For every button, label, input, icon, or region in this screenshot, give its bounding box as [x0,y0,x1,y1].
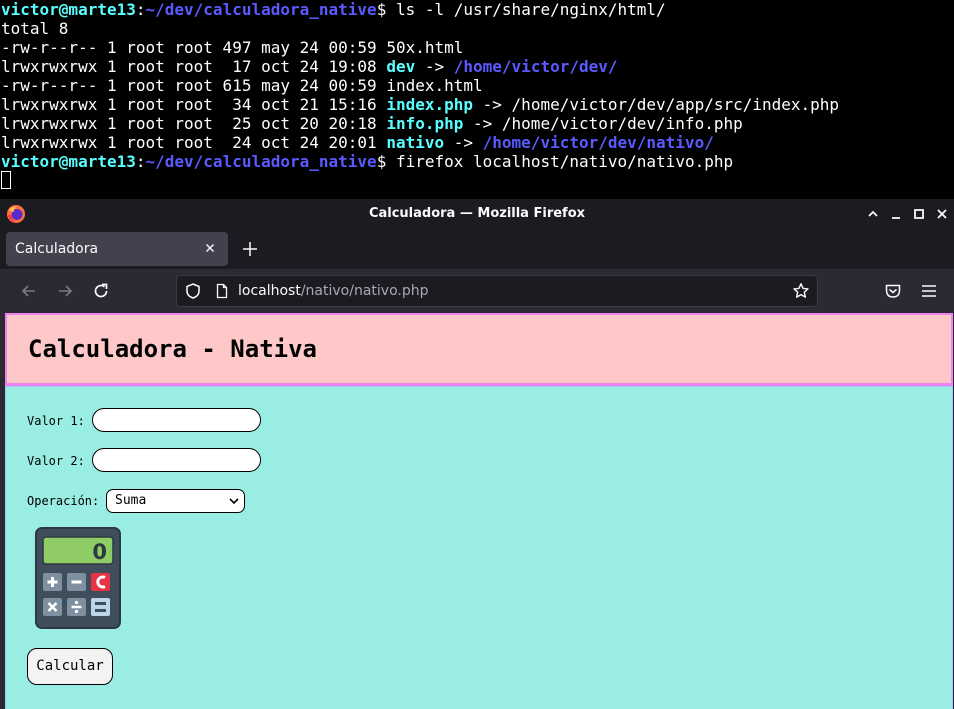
terminal-line-command2: victor@marte13:~/dev/calculadora_native$… [0,152,954,171]
ls-entry-arrow: -> [463,114,502,133]
terminal-line-total: total 8 [1,19,69,38]
prompt-path: ~/dev/calculadora_native [145,0,377,19]
command-firefox: firefox localhost/nativo/nativo.php [386,152,734,171]
calculator-form: Valor 1: Valor 2: Operación: Suma 0 Calc… [5,386,953,709]
ls-entry: lrwxrwxrwx 1 root root 24 oct 24 20:01 n… [0,133,954,152]
url-text: localhost/nativo/nativo.php [238,283,429,299]
ls-entry-target: /home/victor/dev/app/src/index.php [511,95,840,114]
terminal-line-command1: victor@marte13:~/dev/calculadora_native$… [0,0,954,19]
ls-entry: lrwxrwxrwx 1 root root 17 oct 24 19:08 d… [0,57,954,76]
page-info-icon[interactable] [214,283,230,299]
hamburger-menu-icon[interactable] [919,281,939,301]
maximize-icon[interactable] [911,206,927,222]
prompt-symbol: $ [376,0,387,19]
page-title: Calculadora - Nativa [28,335,317,363]
valor1-input[interactable] [92,408,261,432]
tab-strip: Calculadora [0,229,954,269]
prompt-path: ~/dev/calculadora_native [145,152,377,171]
operacion-selected-value: Suma [115,493,147,508]
pocket-icon[interactable] [883,281,903,301]
url-host: localhost [238,283,301,299]
forward-icon[interactable] [55,281,75,301]
page-viewport: Calculadora - Nativa Valor 1: Valor 2: O… [5,313,953,709]
terminal-line-cursor [0,171,954,190]
ls-entry-name: index.html [386,76,483,95]
ls-entry-target: /home/victor/dev/info.php [501,114,743,133]
calculator-icon: 0 [35,527,121,629]
ls-entry-name: dev [386,57,416,76]
ls-entry-arrow: -> [473,95,512,114]
ls-entry-arrow: -> [444,133,483,152]
chevron-down-icon [229,498,239,505]
window-title: Calculadora — Mozilla Firefox [368,206,586,221]
ls-entry-name: index.php [386,95,474,114]
calculator-display: 0 [92,540,107,564]
prompt-user: victor@marte13 [1,0,136,19]
shield-icon[interactable] [184,282,202,300]
tab-close-icon[interactable] [202,240,218,256]
command-ls: ls -l /usr/share/nginx/html/ [386,0,666,19]
prompt-user: victor@marte13 [1,152,136,171]
ls-entry-target: /home/victor/dev/ [453,57,618,76]
window-menu-up-icon[interactable] [865,206,881,222]
prompt-symbol: $ [376,152,387,171]
navigation-toolbar: localhost/nativo/nativo.php [0,269,954,313]
prompt-separator: : [135,152,146,171]
tab-calculadora[interactable]: Calculadora [6,232,228,266]
ls-entry-name: 50x.html [386,38,464,57]
terminal-cursor [1,171,11,189]
ls-entry-meta: -rw-r--r-- 1 root root 615 may 24 00:59 [1,76,387,95]
title-bar[interactable]: Calculadora — Mozilla Firefox [0,199,954,229]
ls-entry: lrwxrwxrwx 1 root root 25 oct 20 20:18 i… [0,114,954,133]
ls-entry-name: info.php [386,114,464,133]
ls-entry-meta: lrwxrwxrwx 1 root root 25 oct 20 20:18 [1,114,387,133]
firefox-window: Calculadora — Mozilla Firefox Calculador… [0,199,954,709]
prompt-separator: : [135,0,146,19]
url-bar[interactable]: localhost/nativo/nativo.php [176,275,818,307]
back-icon[interactable] [19,281,39,301]
ls-entry-arrow: -> [415,57,454,76]
operacion-select[interactable]: Suma [106,489,245,513]
bookmark-star-icon[interactable] [792,282,810,300]
valor2-label: Valor 2: [27,454,85,468]
ls-entry: -rw-r--r-- 1 root root 615 may 24 00:59 … [0,76,954,95]
valor1-label: Valor 1: [27,414,85,428]
ls-entry-meta: lrwxrwxrwx 1 root root 34 oct 21 15:16 [1,95,387,114]
page-header: Calculadora - Nativa [5,313,953,386]
close-window-icon[interactable] [934,206,950,222]
ls-entry: -rw-r--r-- 1 root root 497 may 24 00:59 … [0,38,954,57]
valor2-input[interactable] [92,448,261,472]
ls-entry-target: /home/victor/dev/nativo/ [482,133,714,152]
ls-entry-meta: -rw-r--r-- 1 root root 497 may 24 00:59 [1,38,387,57]
reload-icon[interactable] [91,281,111,301]
terminal-window[interactable]: victor@marte13:~/dev/calculadora_native$… [0,0,954,199]
url-path: /nativo/nativo.php [300,283,429,299]
ls-entry-meta: lrwxrwxrwx 1 root root 24 oct 24 20:01 [1,133,387,152]
operacion-label: Operación: [27,494,100,508]
new-tab-icon[interactable] [240,239,260,259]
ls-output: -rw-r--r-- 1 root root 497 may 24 00:59 … [0,38,954,152]
minimize-icon[interactable] [888,206,904,222]
ls-entry-name: nativo [386,133,445,152]
tab-label: Calculadora [15,241,99,257]
ls-entry: lrwxrwxrwx 1 root root 34 oct 21 15:16 i… [0,95,954,114]
calcular-button[interactable]: Calcular [27,648,113,685]
ls-entry-meta: lrwxrwxrwx 1 root root 17 oct 24 19:08 [1,57,387,76]
